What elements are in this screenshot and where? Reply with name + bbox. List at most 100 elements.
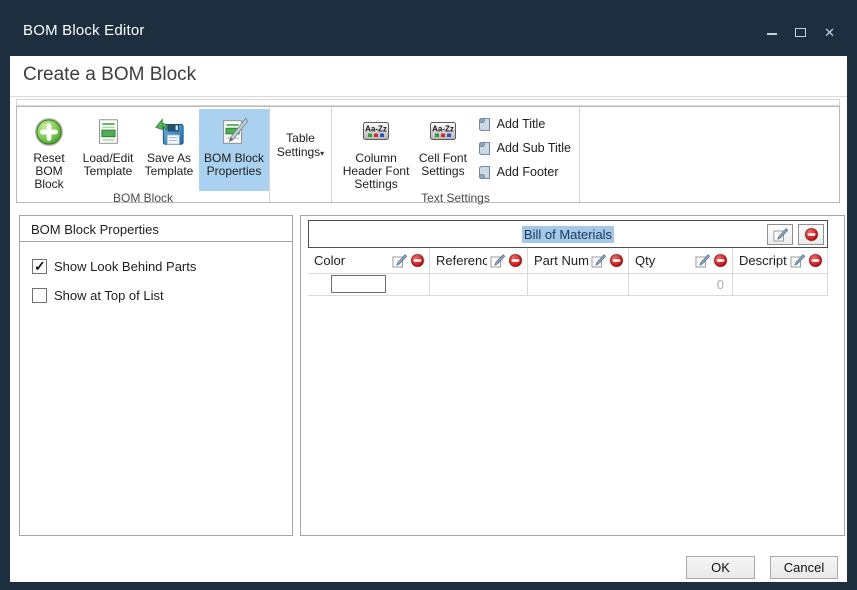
save-as-template-label: Save As Template [139, 152, 199, 178]
add-footer-button[interactable]: Add Footer [478, 165, 571, 180]
page-header: Create a BOM Block [10, 56, 847, 97]
column-header-color: Color [308, 248, 430, 274]
ribbon: Reset BOM Block Load/Edit [16, 106, 840, 203]
column-label: Qty [635, 253, 692, 268]
cell-font-settings-button[interactable]: Cell Font Settings [416, 109, 469, 191]
add-footer-scroll-icon [478, 165, 491, 180]
table-settings-label: Table Settings [277, 131, 320, 159]
bom-preview-panel: Bill of Materials Color [300, 215, 845, 536]
show-at-top-of-list-label: Show at Top of List [54, 288, 164, 303]
dialog-content: Create a BOM Block Reset BOM [10, 56, 847, 582]
add-sub-title-label: Add Sub Title [497, 141, 571, 155]
cell-reference [430, 274, 528, 296]
bom-block-properties-panel: BOM Block Properties Show Look Behind Pa… [19, 215, 293, 536]
delete-icon[interactable] [609, 253, 624, 268]
edit-pencil-icon[interactable] [490, 254, 505, 268]
template-document-icon [92, 114, 124, 150]
bom-table-title-row: Bill of Materials [308, 220, 828, 248]
minimize-icon [767, 33, 777, 35]
add-text-buttons-stack: Add Title Add Sub Title Add Footer [470, 109, 579, 191]
column-label: Reference [436, 253, 487, 268]
show-look-behind-parts-checkbox[interactable] [32, 259, 47, 274]
cell-font-settings-label: Cell Font Settings [416, 152, 469, 178]
add-title-scroll-icon [478, 117, 491, 132]
show-at-top-of-list-checkbox[interactable] [32, 288, 47, 303]
cell-description [733, 274, 828, 296]
bom-table-title-field[interactable]: Bill of Materials [522, 226, 614, 243]
maximize-icon [795, 28, 806, 37]
cell-part-num [528, 274, 629, 296]
minimize-button[interactable] [767, 28, 777, 38]
column-header-qty: Qty [629, 248, 733, 274]
add-title-button[interactable]: Add Title [478, 117, 571, 132]
window-controls: ✕ [767, 26, 835, 40]
edit-pencil-icon[interactable] [392, 254, 407, 268]
bom-block-properties-button[interactable]: BOM Block Properties [199, 109, 269, 191]
cell-color [308, 274, 430, 296]
font-settings-icon [428, 114, 458, 150]
column-header-reference: Reference [430, 248, 528, 274]
delete-icon[interactable] [713, 253, 728, 268]
bom-block-editor-window: BOM Block Editor ✕ Create a BOM Block [0, 0, 857, 590]
ribbon-group-bom-block: Reset BOM Block Load/Edit [17, 107, 270, 202]
delete-icon[interactable] [808, 253, 823, 268]
titlebar: BOM Block Editor ✕ [0, 0, 857, 56]
save-as-floppy-icon [153, 114, 185, 150]
ribbon-group-table-settings: Table Settings▾ [270, 107, 332, 202]
ok-button[interactable]: OK [686, 556, 755, 579]
font-settings-icon [361, 114, 391, 150]
add-sub-title-button[interactable]: Add Sub Title [478, 141, 571, 156]
show-at-top-of-list-row[interactable]: Show at Top of List [32, 288, 292, 303]
color-swatch[interactable] [331, 275, 386, 293]
ribbon-group-text-settings-buttons: Column Header Font Settings Cell Font Se… [332, 107, 579, 191]
delete-title-button[interactable] [798, 224, 824, 245]
reset-bom-block-label: Reset BOM Block [21, 152, 77, 191]
reset-add-icon [33, 114, 65, 150]
bom-table-title-actions [767, 224, 824, 245]
delete-icon [804, 227, 819, 242]
delete-icon[interactable] [410, 253, 425, 268]
reset-bom-block-button[interactable]: Reset BOM Block [21, 109, 77, 191]
maximize-button[interactable] [795, 28, 806, 38]
add-title-label: Add Title [497, 117, 546, 131]
edit-pencil-icon[interactable] [790, 254, 805, 268]
ribbon-empty-area [580, 107, 839, 202]
column-label: Color [314, 253, 389, 268]
ribbon-group-bom-block-buttons: Reset BOM Block Load/Edit [17, 107, 269, 191]
dropdown-arrow-icon: ▾ [320, 149, 324, 158]
delete-icon[interactable] [508, 253, 523, 268]
qty-value: 0 [629, 274, 732, 292]
column-header-part-num: Part Num [528, 248, 629, 274]
column-label: Description [739, 253, 787, 268]
properties-panel-title: BOM Block Properties [20, 216, 292, 242]
column-header-font-settings-label: Column Header Font Settings [336, 152, 416, 191]
save-as-template-button[interactable]: Save As Template [139, 109, 199, 191]
bom-table-header-row: Color Reference Part Num [308, 248, 828, 274]
properties-panel-body: Show Look Behind Parts Show at Top of Li… [20, 242, 292, 303]
edit-pencil-icon[interactable] [591, 254, 606, 268]
cancel-button[interactable]: Cancel [770, 556, 838, 579]
close-button[interactable]: ✕ [824, 28, 835, 38]
document-pencil-icon [218, 114, 250, 150]
bom-table: Bill of Materials Color [308, 220, 828, 296]
ribbon-group-bom-block-label: BOM Block [17, 191, 269, 206]
column-header-description: Description [733, 248, 828, 274]
load-edit-template-button[interactable]: Load/Edit Template [77, 109, 139, 191]
ribbon-tab-strip [16, 99, 840, 106]
show-look-behind-parts-row[interactable]: Show Look Behind Parts [32, 259, 292, 274]
edit-pencil-icon[interactable] [695, 254, 710, 268]
add-subtitle-scroll-icon [478, 141, 491, 156]
window-title: BOM Block Editor [23, 22, 145, 39]
add-footer-label: Add Footer [497, 165, 559, 179]
cell-qty[interactable]: 0 [629, 274, 733, 296]
bom-table-data-row: 0 [308, 274, 828, 296]
edit-title-button[interactable] [767, 224, 793, 245]
page-title: Create a BOM Block [23, 64, 196, 86]
bom-block-properties-label: BOM Block Properties [199, 152, 269, 178]
table-settings-button[interactable]: Table Settings▾ [270, 107, 331, 184]
ribbon-group-table-settings-label [270, 184, 331, 202]
ribbon-group-text-settings-label: Text Settings [332, 191, 579, 206]
column-header-font-settings-button[interactable]: Column Header Font Settings [336, 109, 416, 191]
ribbon-group-text-settings: Column Header Font Settings Cell Font Se… [332, 107, 580, 202]
column-label: Part Num [534, 253, 588, 268]
